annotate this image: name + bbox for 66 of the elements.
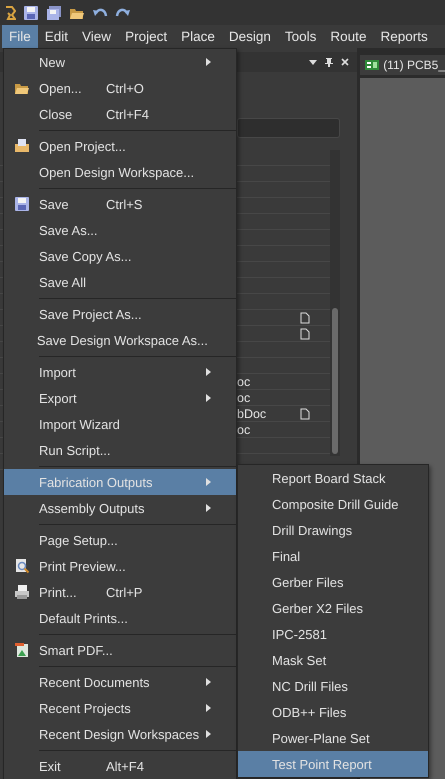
save-all-icon <box>46 4 62 20</box>
menu-item[interactable]: Open Design Workspace... <box>4 159 236 185</box>
file-name: oc <box>237 390 250 404</box>
file-name: oc <box>237 422 250 436</box>
dropdown-icon <box>309 58 318 66</box>
app-logo-icon <box>4 4 16 20</box>
menu-item[interactable]: Recent Documents <box>4 669 236 695</box>
document-icon <box>300 312 310 324</box>
menu-bar-item[interactable]: Design <box>222 25 278 48</box>
menu-item[interactable]: Power-Plane Set <box>238 725 428 751</box>
printer-icon <box>14 584 30 600</box>
menu-item[interactable]: NC Drill Files <box>238 673 428 699</box>
menu-item[interactable]: Gerber X2 Files <box>238 595 428 621</box>
menu-bar-item[interactable]: Edit <box>38 25 76 48</box>
menu-item[interactable]: ODB++ Files <box>238 699 428 725</box>
menu-item[interactable]: Report Board Stack <box>238 465 428 491</box>
menu-item[interactable]: Drill Drawings <box>238 517 428 543</box>
file-name: bDoc <box>237 406 266 420</box>
menu-bar-item[interactable]: Project <box>118 25 174 48</box>
menu-item[interactable]: Save All <box>4 269 236 295</box>
menu-item[interactable]: Save Design Workspace As... <box>4 327 236 353</box>
menu-bar-item[interactable]: Place <box>174 25 222 48</box>
menu-item[interactable]: Exit Alt+F4 <box>4 753 236 779</box>
scrollbar[interactable] <box>330 150 340 456</box>
menu-item[interactable]: Save Copy As... <box>4 243 236 269</box>
menu-item[interactable]: Open Project... <box>4 133 236 159</box>
menu-item[interactable]: Recent Projects <box>4 695 236 721</box>
menu-item[interactable]: Mask Set <box>238 647 428 673</box>
menu-item[interactable]: New <box>4 49 236 75</box>
menu-item[interactable]: Import Wizard <box>4 411 236 437</box>
menu-item[interactable]: Save As... <box>4 217 236 243</box>
circuit-board-icon <box>365 59 380 71</box>
menu-item[interactable]: Save Ctrl+S <box>4 191 236 217</box>
menu-item[interactable]: Composite Drill Guide <box>238 491 428 517</box>
file-name: oc <box>237 374 250 388</box>
menu-item[interactable]: Default Prints... <box>4 605 236 631</box>
document-icon <box>300 408 310 420</box>
menu-bar-item[interactable]: Route <box>323 25 374 48</box>
menu-item[interactable]: Final <box>238 543 428 569</box>
menu-item[interactable]: IPC-2581 <box>238 621 428 647</box>
menu-item[interactable]: Export <box>4 385 236 411</box>
menu-item[interactable]: Import <box>4 359 236 385</box>
menu-item[interactable]: Save Project As... <box>4 301 236 327</box>
pin-icon <box>325 57 334 67</box>
save-icon <box>23 4 39 20</box>
pdf-icon <box>14 642 30 658</box>
menu-item[interactable]: Gerber Files <box>238 569 428 595</box>
menu-item[interactable]: Print Preview... <box>4 553 236 579</box>
close-icon <box>341 58 350 66</box>
menu-item[interactable]: Print... Ctrl+P <box>4 579 236 605</box>
search-field[interactable] <box>237 118 340 138</box>
menu-item[interactable]: Run Script... <box>4 437 236 463</box>
menu-bar-item[interactable]: View <box>75 25 118 48</box>
menu-bar-item[interactable]: Tools <box>278 25 324 48</box>
menu-bar-item[interactable]: Reports <box>373 25 435 48</box>
menu-item[interactable]: Close Ctrl+F4 <box>4 101 236 127</box>
save-icon <box>14 196 30 212</box>
menu-item[interactable]: Assembly Outputs <box>4 495 236 521</box>
print-preview-icon <box>14 558 30 574</box>
menu-item[interactable]: Smart PDF... <box>4 637 236 663</box>
folder-icon <box>14 138 30 154</box>
menu-item[interactable]: Page Setup... <box>4 527 236 553</box>
document-tab[interactable]: (11) PCB5_ <box>360 55 445 75</box>
document-icon <box>300 328 310 340</box>
menu-item[interactable]: Open... Ctrl+O <box>4 75 236 101</box>
menu-item[interactable]: Recent Design Workspaces <box>4 721 236 747</box>
